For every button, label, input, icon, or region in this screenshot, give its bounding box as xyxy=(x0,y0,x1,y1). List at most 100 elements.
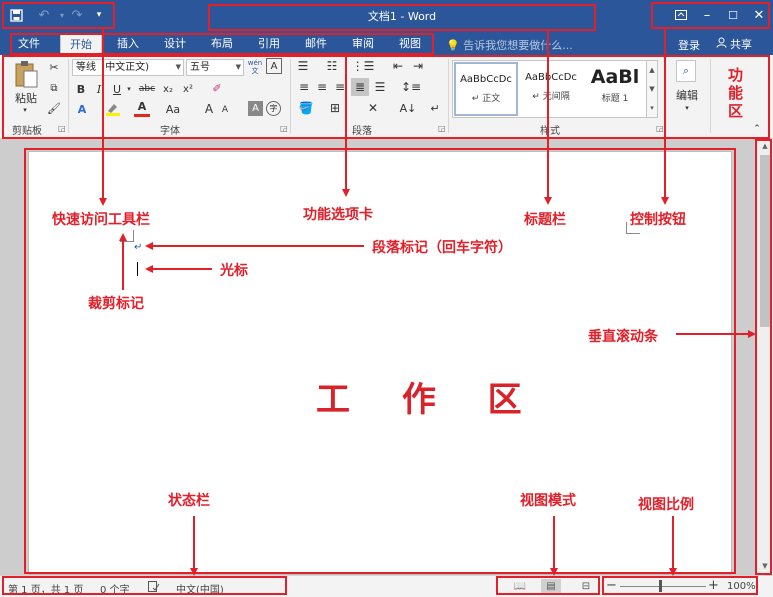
bullets-icon[interactable]: ☰ xyxy=(294,58,312,74)
vertical-scrollbar[interactable]: ▲ ▼ xyxy=(756,139,773,575)
annotation-cursor: 光标 xyxy=(220,263,248,279)
line-spacing-icon[interactable]: ↕≡ xyxy=(400,79,422,95)
search-icon[interactable]: ⌕ xyxy=(676,60,696,82)
read-mode-icon[interactable]: 📖 xyxy=(510,579,530,594)
shading-icon[interactable]: 🪣 xyxy=(296,100,316,116)
tab-file[interactable]: 文件 xyxy=(12,33,46,55)
zoom-level[interactable]: 100% xyxy=(727,581,756,592)
style-no-spacing[interactable]: AaBbCcDc ↵ 无间隔 xyxy=(519,62,583,116)
tab-view[interactable]: 视图 xyxy=(392,33,428,55)
customize-qat-icon[interactable]: ▾ xyxy=(88,5,110,25)
borders-icon[interactable]: ⊞ xyxy=(325,100,345,116)
numbering-icon[interactable]: ☷ xyxy=(323,58,341,74)
font-launcher-icon[interactable]: ◲ xyxy=(280,124,288,133)
more-styles-icon[interactable]: ▾ xyxy=(647,99,657,118)
close-icon[interactable]: ✕ xyxy=(746,5,772,25)
login-link[interactable]: 登录 xyxy=(678,37,700,53)
chevron-down-icon[interactable]: ▼ xyxy=(647,80,657,99)
shrink-font-button[interactable]: A xyxy=(219,103,231,117)
underline-button[interactable]: U xyxy=(110,81,124,97)
minimize-icon[interactable]: – xyxy=(694,5,720,25)
tab-design[interactable]: 设计 xyxy=(157,33,193,55)
sort-icon[interactable]: A↓ xyxy=(400,100,417,116)
styles-launcher-icon[interactable]: ◲ xyxy=(656,124,664,133)
maximize-icon[interactable]: ☐ xyxy=(720,5,746,25)
tell-me-search[interactable]: 💡 告诉我您想要做什么... xyxy=(446,37,573,53)
annotation-ribbon-tabs: 功能选项卡 xyxy=(303,207,373,223)
enclose-chars-button[interactable]: 字 xyxy=(266,101,281,116)
title-bar: ↶ ▾ ↷ ▾ 文档1 - Word – ☐ ✕ xyxy=(0,0,773,33)
multilevel-list-icon[interactable]: ⋮☰ xyxy=(352,58,375,74)
char-border-button[interactable]: A xyxy=(266,58,282,74)
style-heading-1[interactable]: AaBl 标题 1 xyxy=(583,62,647,116)
scroll-up-icon[interactable]: ▲ xyxy=(757,139,773,153)
style-gallery: AaBbCcDc ↵ 正文 AaBbCcDc ↵ 无间隔 AaBl 标题 1 xyxy=(452,60,658,118)
print-layout-icon[interactable]: ▤ xyxy=(541,579,561,594)
scroll-thumb[interactable] xyxy=(760,155,770,327)
change-case-button[interactable]: Aa xyxy=(163,101,183,117)
show-marks-icon[interactable]: ↵ xyxy=(428,100,442,116)
paste-dropdown-icon[interactable]: ▾ xyxy=(20,105,30,115)
web-layout-icon[interactable]: ⊟ xyxy=(576,579,596,594)
language[interactable]: 中文(中国) xyxy=(176,581,224,596)
style-normal[interactable]: AaBbCcDc ↵ 正文 xyxy=(454,62,518,116)
annotation-line xyxy=(102,28,104,200)
zoom-slider-thumb[interactable] xyxy=(659,580,662,592)
save-icon[interactable] xyxy=(5,5,27,25)
ribbon-tabs: 文件 开始 插入 设计 布局 引用 邮件 审阅 视图 💡 告诉我您想要做什么..… xyxy=(0,33,773,55)
paste-button[interactable]: 粘贴 xyxy=(12,91,40,105)
tab-home[interactable]: 开始 xyxy=(60,33,102,55)
format-painter-icon[interactable]: 🖌 xyxy=(45,99,63,117)
font-color-icon[interactable]: A xyxy=(134,99,150,117)
editing-button[interactable]: 编辑 xyxy=(672,88,702,102)
chinese-layout-icon[interactable]: ✕ xyxy=(362,100,384,116)
zoom-in-button[interactable]: + xyxy=(708,578,719,593)
word-count[interactable]: 0 个字 xyxy=(100,581,130,596)
bold-button[interactable]: B xyxy=(74,81,88,97)
increase-indent-icon[interactable]: ⇥ xyxy=(410,58,426,74)
style-gallery-scroll[interactable]: ▲ ▼ ▾ xyxy=(646,60,658,118)
font-size-box[interactable]: 五号 ▼ xyxy=(186,59,244,76)
zoom-out-button[interactable]: − xyxy=(606,578,617,593)
tab-layout[interactable]: 布局 xyxy=(204,33,240,55)
zoom-slider[interactable] xyxy=(620,586,706,587)
font-name-box[interactable]: 等线 中文正文) ▼ xyxy=(72,59,184,76)
collapse-ribbon-icon[interactable]: ⌃ xyxy=(751,123,763,135)
underline-dropdown-icon[interactable]: ▾ xyxy=(125,81,133,97)
grow-font-button[interactable]: A xyxy=(203,101,215,117)
share-button[interactable]: 共享 xyxy=(712,35,756,53)
text-effects-icon[interactable]: A xyxy=(74,101,90,117)
annotation-status-bar: 状态栏 xyxy=(168,493,210,509)
align-center-icon[interactable]: ≡ xyxy=(314,79,330,95)
char-shading-button[interactable]: A xyxy=(248,101,263,116)
tab-insert[interactable]: 插入 xyxy=(110,33,146,55)
group-divider xyxy=(448,59,449,133)
page-count[interactable]: 第 1 页，共 1 页 xyxy=(8,581,83,596)
highlight-color-icon[interactable] xyxy=(104,101,122,117)
align-left-icon[interactable]: ≡ xyxy=(296,79,312,95)
arrow-left-icon xyxy=(145,265,153,273)
clipboard-launcher-icon[interactable]: ◲ xyxy=(58,124,66,133)
editing-dropdown-icon[interactable]: ▾ xyxy=(682,103,692,113)
paragraph-launcher-icon[interactable]: ◲ xyxy=(438,124,446,133)
strikethrough-button[interactable]: abc xyxy=(136,81,158,97)
clear-formatting-icon[interactable]: ✐ xyxy=(208,79,226,97)
work-area-label: 工 作 区 xyxy=(316,380,542,420)
justify-icon[interactable]: ≣ xyxy=(351,78,369,96)
paste-icon[interactable] xyxy=(10,59,42,91)
ribbon-display-options-icon[interactable] xyxy=(668,5,694,25)
tab-references[interactable]: 引用 xyxy=(251,33,287,55)
scroll-down-icon[interactable]: ▼ xyxy=(757,559,773,573)
redo-icon[interactable]: ↷ xyxy=(66,5,88,25)
proofing-icon[interactable] xyxy=(148,581,160,595)
distributed-icon[interactable]: ☰ xyxy=(372,79,388,95)
superscript-button[interactable]: x² xyxy=(180,81,196,97)
chevron-up-icon[interactable]: ▲ xyxy=(647,61,657,80)
cut-icon[interactable]: ✂ xyxy=(45,58,63,76)
subscript-button[interactable]: x₂ xyxy=(160,81,176,97)
tab-mailings[interactable]: 邮件 xyxy=(298,33,334,55)
decrease-indent-icon[interactable]: ⇤ xyxy=(390,58,406,74)
tab-review[interactable]: 审阅 xyxy=(345,33,381,55)
copy-icon[interactable]: ⧉ xyxy=(45,79,63,97)
phonetic-guide-button[interactable]: wén 文 xyxy=(246,58,264,76)
